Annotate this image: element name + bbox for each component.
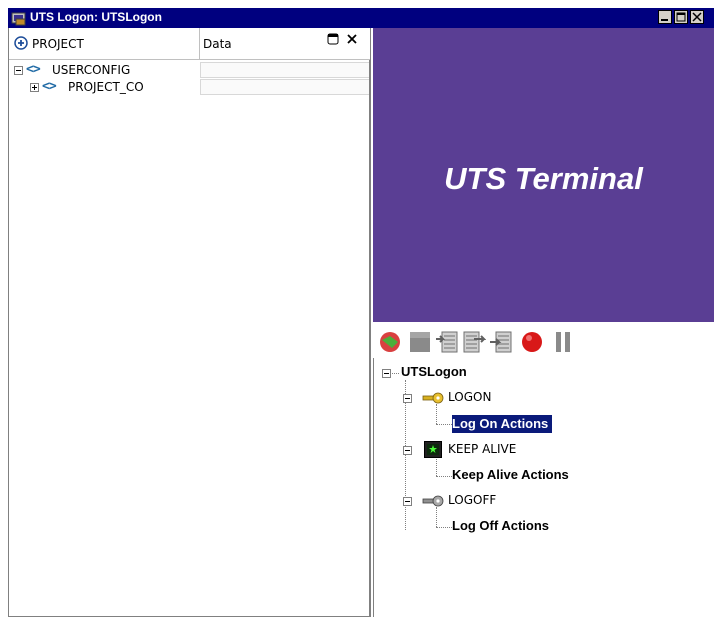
key-icon bbox=[422, 392, 444, 404]
stop-icon[interactable] bbox=[408, 330, 432, 354]
node-log-off-actions[interactable]: Log Off Actions bbox=[452, 518, 549, 533]
data-cell[interactable] bbox=[200, 79, 369, 95]
tree-connector bbox=[436, 424, 452, 426]
data-cell[interactable] bbox=[200, 62, 369, 78]
step-icon[interactable] bbox=[435, 330, 459, 354]
step-over-icon[interactable] bbox=[462, 330, 486, 354]
project-column-header[interactable]: PROJECT bbox=[9, 28, 200, 60]
node-logoff[interactable]: LOGOFF bbox=[448, 493, 496, 507]
tree-root-label[interactable]: UTSLogon bbox=[401, 364, 467, 379]
tree-connector bbox=[436, 507, 438, 527]
node-keep-alive-actions[interactable]: Keep Alive Actions bbox=[452, 467, 569, 482]
collapse-icon[interactable] bbox=[403, 497, 412, 506]
collapse-icon[interactable] bbox=[14, 66, 23, 75]
maximize-button[interactable] bbox=[674, 10, 688, 24]
collapse-icon[interactable] bbox=[382, 369, 391, 378]
tree-row-project-co[interactable]: <> PROJECT_CO bbox=[9, 79, 370, 96]
data-header-label: Data bbox=[203, 37, 232, 51]
xml-element-icon: <> bbox=[42, 79, 57, 94]
terminal-label: UTS Terminal bbox=[444, 161, 643, 196]
minimize-button[interactable] bbox=[658, 10, 672, 24]
project-pane: PROJECT Data <> USERCONFIG <> PROJECT_CO bbox=[8, 28, 371, 617]
node-log-on-actions[interactable]: Log On Actions bbox=[452, 415, 553, 433]
uts-terminal-panel[interactable]: UTS Terminal bbox=[373, 28, 714, 322]
breakpoint-icon[interactable] bbox=[520, 330, 544, 354]
data-column-header[interactable]: Data bbox=[200, 28, 370, 60]
node-logon[interactable]: LOGON bbox=[448, 390, 491, 404]
expand-icon[interactable] bbox=[30, 83, 39, 92]
tree-row-userconfig[interactable]: <> USERCONFIG bbox=[9, 62, 370, 79]
window-title: UTS Logon: UTSLogon bbox=[30, 10, 162, 24]
restore-pane-icon[interactable] bbox=[327, 33, 339, 45]
collapse-icon[interactable] bbox=[403, 394, 412, 403]
pause-icon[interactable] bbox=[551, 330, 575, 354]
tree-connector bbox=[436, 527, 452, 529]
record-icon[interactable] bbox=[378, 330, 402, 354]
actions-tree: UTSLogon LOGON Log On Actions KEEP ALIVE… bbox=[373, 358, 714, 617]
minimize-icon bbox=[661, 19, 668, 21]
add-circle-icon[interactable] bbox=[14, 36, 28, 50]
maximize-icon bbox=[676, 12, 686, 22]
project-header-label: PROJECT bbox=[32, 37, 84, 51]
tree-node-label: USERCONFIG bbox=[52, 63, 131, 77]
app-icon bbox=[11, 12, 26, 26]
node-keep-alive[interactable]: KEEP ALIVE bbox=[448, 442, 516, 456]
window-title-bar[interactable]: UTS Logon: UTSLogon bbox=[8, 8, 714, 28]
tree-node-label: PROJECT_CO bbox=[68, 80, 144, 94]
collapse-icon[interactable] bbox=[403, 446, 412, 455]
tree-connector bbox=[392, 373, 399, 375]
actions-toolbar bbox=[373, 322, 714, 358]
close-button[interactable] bbox=[690, 10, 704, 24]
xml-element-icon: <> bbox=[26, 62, 41, 77]
key-gray-icon bbox=[422, 495, 444, 507]
tree-connector bbox=[436, 404, 438, 424]
keepalive-icon bbox=[424, 441, 442, 458]
tree-connector bbox=[436, 456, 438, 476]
close-pane-icon[interactable] bbox=[346, 33, 358, 45]
step-into-icon[interactable] bbox=[489, 330, 513, 354]
close-icon bbox=[692, 12, 702, 22]
tree-connector bbox=[436, 476, 452, 478]
